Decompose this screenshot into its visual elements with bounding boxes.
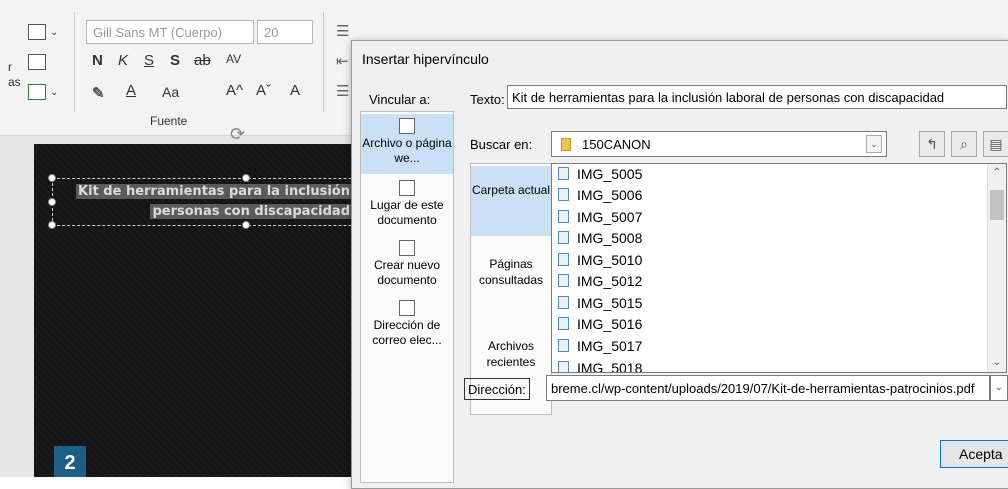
character-spacing-button[interactable]: AV — [226, 52, 241, 66]
scroll-thumb[interactable] — [990, 190, 1004, 220]
image-file-icon — [558, 317, 569, 330]
resize-handle[interactable] — [242, 174, 250, 182]
list-item[interactable]: IMG_5016 — [558, 314, 642, 334]
list-item[interactable]: IMG_5006 — [558, 185, 642, 205]
link-option-label: Dirección de correo elec... — [372, 318, 442, 347]
link-email-button[interactable]: Dirección de correo elec... — [361, 296, 453, 356]
link-option-label: Crear nuevo documento — [373, 258, 441, 287]
chevron-up-icon[interactable]: ⌃ — [988, 164, 1006, 182]
grow-font-button[interactable]: A^ — [226, 82, 243, 99]
dialog-title: Insertar hipervínculo — [362, 51, 489, 67]
shrink-font-button[interactable]: Aˇ — [256, 82, 271, 99]
strikethrough-button[interactable]: ab — [194, 52, 211, 69]
accept-button[interactable]: Acepta — [940, 440, 1008, 468]
link-new-document-button[interactable]: Crear nuevo documento — [361, 236, 453, 296]
image-file-icon — [558, 361, 569, 372]
divider — [323, 12, 324, 112]
browse-web-icon[interactable]: ⌕ — [951, 131, 977, 157]
bullets-icon[interactable]: ☰ — [336, 22, 349, 40]
chevron-down-icon[interactable]: ⌄ — [988, 354, 1006, 372]
highlight-pen-icon[interactable]: ✎ — [92, 84, 105, 102]
new-document-icon — [399, 240, 415, 256]
resize-handle[interactable] — [48, 174, 56, 182]
email-icon — [399, 300, 415, 316]
link-to-label: Vincular a: — [369, 92, 431, 107]
image-file-icon — [558, 188, 569, 201]
current-folder-button[interactable]: Carpeta actual — [471, 166, 551, 236]
file-web-icon — [399, 118, 415, 134]
list-item[interactable]: IMG_5015 — [558, 293, 642, 313]
image-file-icon — [558, 210, 569, 223]
look-in-label: Buscar en: — [470, 137, 533, 152]
chevron-down-icon[interactable]: ⌄ — [50, 27, 58, 38]
rotate-handle-icon[interactable]: ⟳ — [230, 124, 252, 146]
chevron-down-icon[interactable]: ⌄ — [866, 135, 882, 153]
list-item[interactable]: IMG_5008 — [558, 228, 642, 248]
italic-button[interactable]: K — [118, 52, 128, 69]
insert-hyperlink-dialog: Insertar hipervínculo Vincular a: Archiv… — [351, 40, 1008, 489]
link-place-in-document-button[interactable]: Lugar de este documento — [361, 176, 453, 236]
bold-button[interactable]: N — [92, 52, 103, 69]
document-place-icon — [399, 180, 415, 196]
look-in-value: 150CANON — [582, 137, 651, 152]
table-icon[interactable] — [28, 24, 46, 40]
link-existing-file-button[interactable]: Archivo o página we... — [361, 114, 453, 174]
image-file-icon — [558, 167, 569, 180]
address-input[interactable]: breme.cl/wp-content/uploads/2019/07/Kit-… — [546, 375, 990, 401]
browsed-pages-button[interactable]: Páginas consultadas — [471, 244, 551, 314]
slide-title[interactable]: Kit de herramientas para la inclusión pe… — [62, 182, 352, 222]
change-case-button[interactable]: Aa — [162, 84, 179, 100]
link-to-bar: Archivo o página we... Lugar de este doc… — [360, 111, 454, 483]
chevron-down-icon[interactable]: ⌄ — [50, 87, 58, 98]
font-name-combobox[interactable]: Gill Sans MT (Cuerpo) — [86, 20, 254, 44]
list-item[interactable]: IMG_5010 — [558, 250, 642, 270]
list-item[interactable]: IMG_5012 — [558, 271, 642, 291]
section-icon[interactable] — [28, 84, 46, 100]
list-item[interactable]: IMG_5007 — [558, 207, 642, 227]
page-number-badge: 2 — [54, 446, 86, 477]
underline-button[interactable]: S — [144, 52, 154, 69]
font-size-combobox[interactable]: 20 — [257, 20, 313, 44]
font-color-button[interactable]: A — [126, 82, 136, 99]
list-item[interactable]: IMG_5018 — [558, 358, 642, 372]
ribbon-left-labels: r as — [8, 60, 21, 89]
shadow-button[interactable]: S — [170, 52, 180, 69]
resize-handle[interactable] — [242, 221, 250, 229]
look-in-select[interactable]: 150CANON ⌄ — [551, 131, 887, 157]
text-to-display-label: Texto: — [470, 92, 505, 107]
image-file-icon — [558, 231, 569, 244]
link-option-label: Archivo o página we... — [362, 136, 452, 165]
up-folder-icon[interactable]: ↰ — [919, 131, 945, 157]
file-list-scrollbar[interactable]: ⌃ ⌄ — [987, 164, 1006, 372]
image-file-icon — [558, 339, 569, 352]
text-to-display-input[interactable]: Kit de herramientas para la inclusión la… — [507, 85, 1007, 109]
layout-icon[interactable] — [28, 54, 46, 70]
clear-format-icon[interactable]: A — [290, 82, 300, 99]
chevron-down-icon[interactable]: ⌄ — [990, 375, 1008, 401]
resize-handle[interactable] — [48, 221, 56, 229]
list-item[interactable]: IMG_5005 — [558, 164, 642, 184]
align-icon[interactable]: ☰ — [336, 82, 349, 100]
file-list[interactable]: IMG_5005 IMG_5006 IMG_5007 IMG_5008 IMG_… — [551, 163, 1007, 373]
image-file-icon — [558, 274, 569, 287]
resize-handle[interactable] — [48, 198, 56, 206]
font-group-label: Fuente — [150, 114, 188, 128]
address-label: Dirección: — [464, 378, 530, 400]
image-file-icon — [558, 296, 569, 309]
list-item[interactable]: IMG_5017 — [558, 336, 642, 356]
image-file-icon — [558, 253, 569, 266]
browse-file-icon[interactable]: ▤ — [983, 131, 1008, 157]
indent-icon[interactable]: ⇤ — [336, 52, 349, 70]
divider — [74, 12, 75, 112]
link-option-label: Lugar de este documento — [370, 198, 444, 227]
folder-icon — [561, 138, 571, 151]
